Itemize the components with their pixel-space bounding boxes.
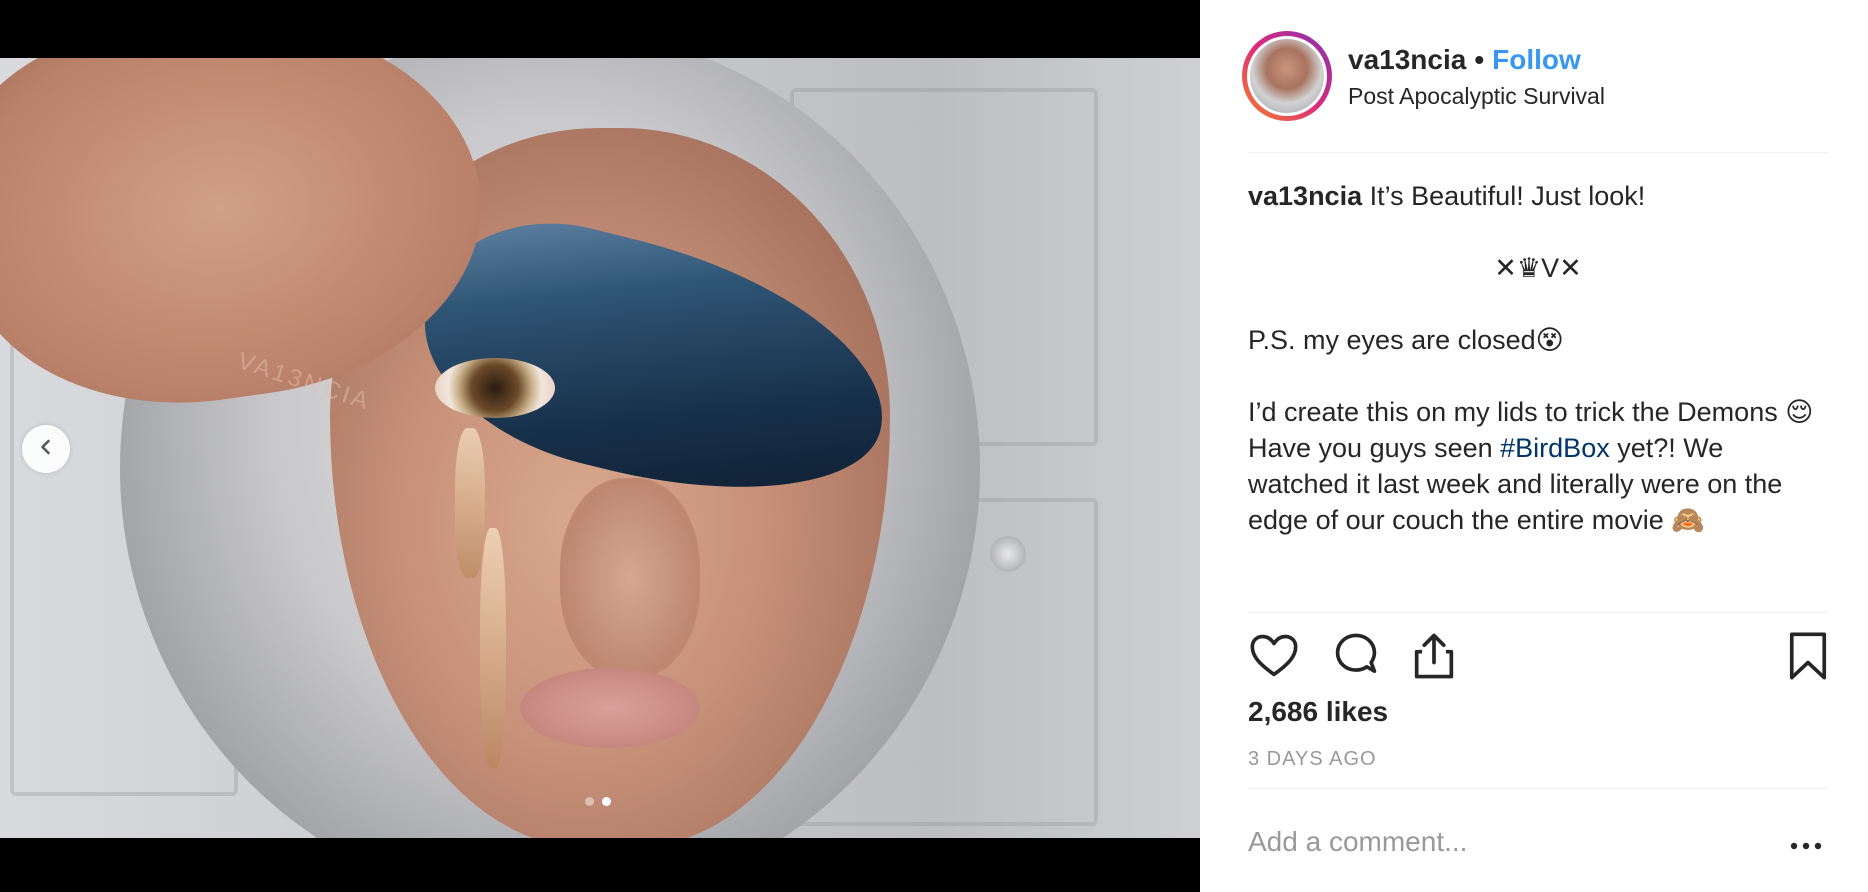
nose xyxy=(560,478,700,678)
username-link[interactable]: va13ncia xyxy=(1348,44,1466,75)
chevron-left-icon xyxy=(36,437,56,462)
separator-dot: • xyxy=(1474,43,1485,75)
post-caption: va13ncia It’s Beautiful! Just look! ✕♛V✕… xyxy=(1248,178,1828,538)
door-knob xyxy=(990,536,1026,572)
tear xyxy=(455,428,485,578)
eye xyxy=(435,358,555,418)
avatar-story-ring[interactable] xyxy=(1242,31,1332,121)
caption-line: P.S. my eyes are closed😵 xyxy=(1248,325,1564,355)
hashtag-link[interactable]: #BirdBox xyxy=(1500,433,1610,463)
divider xyxy=(1248,152,1828,153)
comment-input[interactable]: Add a comment... xyxy=(1248,826,1728,858)
comment-icon xyxy=(1330,633,1382,686)
post-actions xyxy=(1248,630,1828,686)
post-viewer: VA13NCIA va13ncia • Follow Post Apocalypti… xyxy=(0,0,1868,892)
share-icon xyxy=(1408,633,1460,686)
heart-icon xyxy=(1248,634,1300,686)
post-timestamp[interactable]: 3 DAYS AGO xyxy=(1248,748,1377,771)
carousel-indicator xyxy=(585,797,611,806)
divider xyxy=(1248,612,1828,613)
caption-line: Have you guys seen xyxy=(1248,433,1501,463)
post-photo[interactable]: VA13NCIA xyxy=(0,58,1200,838)
post-header-top: va13ncia • Follow xyxy=(1348,43,1605,77)
divider xyxy=(1248,788,1828,789)
share-button[interactable] xyxy=(1408,630,1460,682)
post-media: VA13NCIA xyxy=(0,0,1200,892)
tear xyxy=(480,528,506,768)
location-link[interactable]: Post Apocalyptic Survival xyxy=(1348,83,1605,110)
post-header-text: va13ncia • Follow Post Apocalyptic Surviva… xyxy=(1348,43,1605,110)
post-sidebar: va13ncia • Follow Post Apocalyptic Surviva… xyxy=(1200,0,1868,892)
follow-button[interactable]: Follow xyxy=(1492,44,1581,75)
post-header: va13ncia • Follow Post Apocalyptic Surviva… xyxy=(1242,28,1802,124)
more-options-button[interactable] xyxy=(1786,836,1826,856)
carousel-dot xyxy=(585,797,594,806)
avatar[interactable] xyxy=(1247,36,1327,116)
carousel-dot-active xyxy=(602,797,611,806)
save-button[interactable] xyxy=(1782,630,1834,682)
lips xyxy=(520,668,700,748)
more-icon xyxy=(1786,842,1826,860)
bookmark-icon xyxy=(1782,632,1834,686)
carousel-prev-button[interactable] xyxy=(22,425,70,473)
likes-count[interactable]: 2,686 likes xyxy=(1248,696,1388,728)
like-button[interactable] xyxy=(1248,630,1300,682)
caption-line: It’s Beautiful! Just look! xyxy=(1369,181,1646,211)
comment-button[interactable] xyxy=(1330,630,1382,682)
caption-line: I’d create this on my lids to trick the … xyxy=(1248,397,1814,427)
caption-line: ✕♛V✕ xyxy=(1494,253,1582,283)
caption-username[interactable]: va13ncia xyxy=(1248,181,1362,211)
